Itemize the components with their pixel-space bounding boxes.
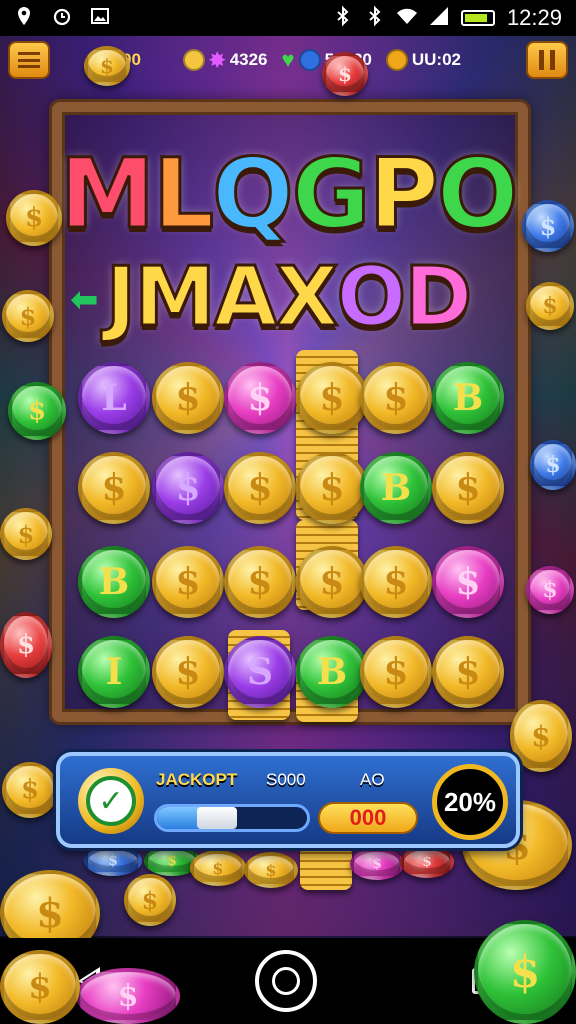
jackpot-label: JACKOPT [156, 770, 238, 789]
pause-icon [539, 50, 555, 70]
image-icon [90, 6, 110, 31]
board-coin[interactable]: $ [224, 546, 296, 618]
smiley-icon [182, 49, 205, 71]
title-line-2: J M A X O D [0, 249, 576, 347]
blue-orb-icon [298, 49, 321, 71]
board-coin[interactable]: $ [78, 452, 150, 524]
jackpot-value: S000 [266, 770, 306, 789]
decor-coin: $ [526, 282, 574, 330]
board-coin[interactable]: $ [432, 546, 504, 618]
board-coin[interactable]: $ [152, 362, 224, 434]
board-coin[interactable]: L [78, 362, 150, 434]
board-coin[interactable]: $ [152, 636, 224, 708]
timer-value: UU:02 [411, 50, 461, 69]
board-coin[interactable]: $ [360, 546, 432, 618]
decor-coin: $ [84, 46, 130, 86]
percent-badge: 20% [432, 764, 508, 840]
title-letter: M [58, 137, 157, 252]
alarm-icon [52, 6, 72, 31]
pause-button[interactable] [526, 41, 568, 79]
board-coin[interactable]: B [78, 546, 150, 618]
bluetooth-icon [333, 5, 353, 31]
board-coin[interactable]: $ [432, 452, 504, 524]
board-coin[interactable]: S [224, 636, 296, 708]
board-coin[interactable]: B [360, 452, 432, 524]
title-letter: Q [211, 137, 296, 252]
title-letter: J [104, 249, 137, 347]
coin-stack [300, 846, 352, 890]
decor-coin: $ [2, 762, 58, 818]
board-coin[interactable]: $ [296, 546, 368, 618]
jackpot-progress-bar[interactable] [154, 804, 310, 832]
decor-coin: $ [400, 846, 454, 878]
decor-coin: $ [474, 920, 576, 1024]
title-letter: G [290, 137, 372, 252]
title-letter: O [335, 249, 408, 347]
clock-time: 12:29 [506, 5, 562, 30]
board-coin[interactable]: I [78, 636, 150, 708]
decor-coin: $ [244, 852, 298, 888]
board-coin[interactable]: $ [152, 452, 224, 524]
title-letter: O [435, 137, 520, 252]
decor-coin: $ [8, 382, 66, 440]
board-coin[interactable]: $ [224, 452, 296, 524]
sparkle-icon: ✸ [208, 49, 226, 72]
board-coin[interactable]: $ [432, 636, 504, 708]
decor-coin: $ [526, 566, 574, 614]
progress-knob[interactable] [197, 807, 237, 829]
title-line-1: M L Q G P O [0, 137, 576, 252]
decor-coin: $ [350, 848, 404, 880]
decor-coin: $ [522, 200, 574, 252]
decor-coin: $ [6, 190, 62, 246]
signal-icon [429, 6, 449, 31]
board-coin[interactable]: $ [360, 636, 432, 708]
decor-coin: $ [0, 508, 52, 560]
jackpot-panel: ✓ JACKOPT S000 AO 000 20% [56, 752, 520, 848]
shield-icon [385, 49, 408, 71]
decor-coin: $ [124, 874, 176, 926]
heart-icon: ♥ [281, 47, 295, 72]
title-letter: L [151, 137, 215, 252]
board-coin[interactable]: $ [296, 362, 368, 434]
confirm-button[interactable]: ✓ [78, 768, 144, 834]
title-letter: P [367, 137, 440, 252]
battery-icon [460, 10, 495, 26]
star-counter: ✸ 4326 [182, 48, 268, 73]
board-coin[interactable]: B [432, 362, 504, 434]
board-coin[interactable]: $ [296, 452, 368, 524]
location-icon [14, 6, 34, 31]
timer: UU:02 [385, 49, 461, 71]
status-bar: 12:29 [0, 0, 576, 36]
bet-amount[interactable]: 000 [318, 802, 418, 834]
decor-coin: $ [0, 950, 80, 1024]
check-icon: ✓ [86, 776, 136, 826]
ao-label: AO [360, 770, 385, 789]
title-letter: A [212, 249, 279, 347]
decor-coin: $ [322, 52, 368, 96]
title-letter: X [274, 249, 340, 347]
board-coin[interactable]: $ [360, 362, 432, 434]
decor-coin: $ [510, 700, 572, 772]
wifi-icon [396, 6, 417, 31]
title-letter: D [403, 249, 474, 347]
home-icon[interactable] [254, 950, 317, 1012]
decor-coin: $ [84, 846, 142, 876]
menu-button[interactable] [8, 41, 50, 79]
title-letter: M [133, 249, 218, 347]
vibrate-icon [365, 5, 385, 31]
decor-coin: $ [76, 968, 180, 1024]
star-count: 4326 [229, 50, 268, 69]
menu-icon [18, 52, 40, 68]
decor-coin: $ [530, 440, 576, 490]
board-coin[interactable]: $ [152, 546, 224, 618]
decor-coin: $ [2, 290, 54, 342]
decor-coin: $ [190, 850, 246, 886]
board-coin[interactable]: $ [224, 362, 296, 434]
board-coin[interactable]: B [296, 636, 368, 708]
decor-coin: $ [0, 612, 52, 678]
